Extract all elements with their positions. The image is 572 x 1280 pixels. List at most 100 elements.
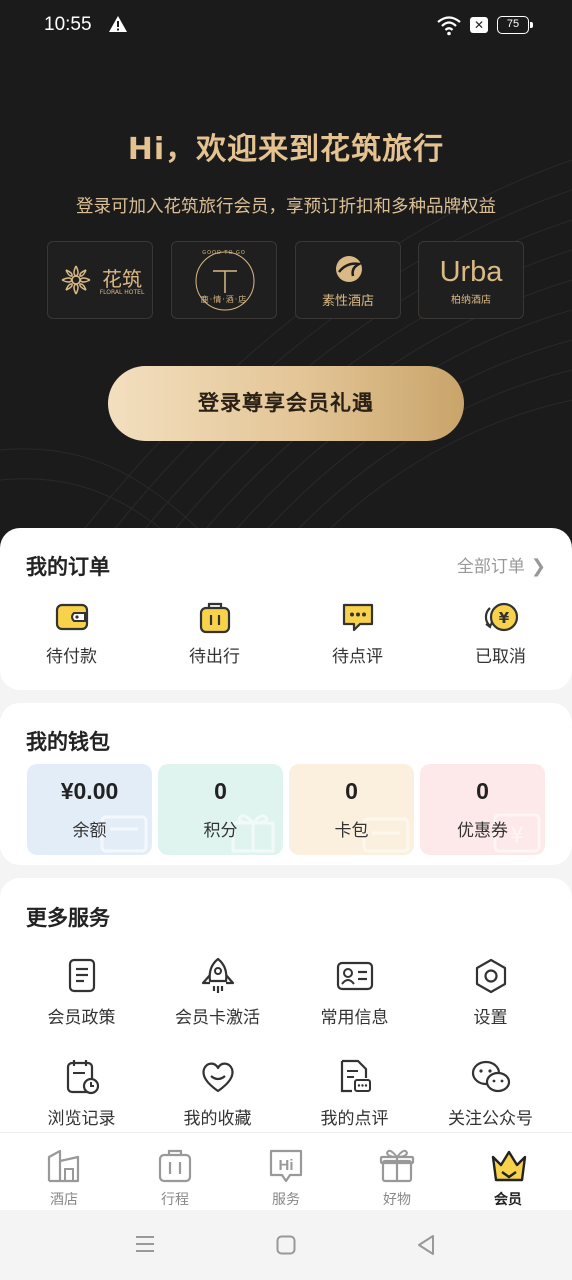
service-browse-history[interactable]: 浏览记录 <box>10 1058 153 1129</box>
comment-icon <box>342 603 373 632</box>
brand-name: 花筑 <box>102 267 142 291</box>
order-pending-payment[interactable]: 待付款 <box>0 600 143 667</box>
tab-label: 好物 <box>383 1192 411 1208</box>
wallet-title: 我的钱包 <box>26 730 110 754</box>
orders-card: 我的订单 全部订单 ❯ 待付款 待出行 待点评 ¥ 已取消 <box>0 528 572 690</box>
service-label: 会员卡激活 <box>175 1008 260 1028</box>
brand-name: 素性酒店 <box>321 294 374 309</box>
home-icon[interactable] <box>276 1235 296 1255</box>
warning-icon <box>109 16 127 32</box>
bottom-tab-bar: 酒店 行程 Hi 服务 好物 会员 <box>0 1132 572 1210</box>
back-icon[interactable] <box>416 1234 436 1256</box>
order-label: 待点评 <box>332 647 383 667</box>
service-card-activation[interactable]: 会员卡激活 <box>146 957 289 1028</box>
order-pending-review[interactable]: 待点评 <box>286 600 429 667</box>
brand-sub: 柏纳酒店 <box>451 295 491 306</box>
wifi-icon <box>437 16 461 36</box>
wallet-label: 优惠券 <box>457 821 508 841</box>
brand-logo-urba[interactable]: Urba 柏纳酒店 <box>418 241 524 319</box>
services-card: 更多服务 会员政策 会员卡激活 常用信息 设置 浏览记录 我的收藏 我的点评 关… <box>0 878 572 1168</box>
brand-sub: GOOD TO GO <box>202 250 246 256</box>
menu-icon[interactable] <box>135 1235 155 1253</box>
wechat-icon <box>471 1060 510 1093</box>
service-label: 关注公众号 <box>448 1109 533 1129</box>
brand-name: 鹿·情·酒·店 <box>200 295 248 304</box>
tab-hotel[interactable]: 酒店 <box>7 1133 121 1211</box>
service-label: 浏览记录 <box>47 1109 116 1129</box>
status-bar: 10:55 ✕ 75 <box>0 0 572 52</box>
wallet-value: ¥0.00 <box>60 778 119 804</box>
tab-label: 服务 <box>272 1192 300 1208</box>
all-orders-label: 全部订单 <box>456 557 525 577</box>
wallet-label: 卡包 <box>334 821 369 841</box>
order-label: 待出行 <box>189 647 240 667</box>
service-settings[interactable]: 设置 <box>419 957 562 1028</box>
orders-title: 我的订单 <box>26 555 110 579</box>
chevron-right-icon: ❯ <box>530 556 546 577</box>
welcome-subtitle: 登录可加入花筑旅行会员，享预订折扣和多种品牌权益 <box>76 197 496 217</box>
brand-name: Urba <box>439 256 503 288</box>
brand-logo-floral[interactable]: 花筑 FLORAL HOTEL <box>47 241 153 319</box>
all-orders-link[interactable]: 全部订单 ❯ <box>457 552 546 577</box>
svg-text:¥: ¥ <box>498 609 509 627</box>
tab-goods[interactable]: 好物 <box>340 1133 454 1211</box>
service-label: 会员政策 <box>47 1008 116 1028</box>
review-icon <box>340 1059 371 1093</box>
order-label: 待付款 <box>46 647 97 667</box>
flower-logo-icon <box>61 265 91 295</box>
status-time: 10:55 <box>44 14 92 35</box>
service-label: 我的点评 <box>320 1109 389 1129</box>
wallet-value: 0 <box>214 778 227 804</box>
wallet-value: 0 <box>476 778 489 804</box>
service-label: 设置 <box>473 1008 508 1028</box>
battery-icon: 75 <box>497 16 533 34</box>
tab-member[interactable]: 会员 <box>451 1133 565 1211</box>
gift-icon <box>379 1149 415 1183</box>
wallet-card: 我的钱包 ¥0.00 余额 0 积分 0 卡包 ¥ 0 优惠券 <box>0 703 572 865</box>
heart-icon <box>201 1062 234 1093</box>
tab-label: 酒店 <box>50 1192 78 1208</box>
service-follow-account[interactable]: 关注公众号 <box>419 1058 562 1129</box>
order-pending-trip[interactable]: 待出行 <box>143 600 286 667</box>
no-sim-icon: ✕ <box>470 17 488 33</box>
login-button[interactable]: 登录尊享会员礼遇 <box>108 366 464 441</box>
tab-label: 行程 <box>161 1192 189 1208</box>
tab-service[interactable]: Hi 服务 <box>229 1133 343 1211</box>
wallet-icon <box>55 603 88 631</box>
id-card-icon <box>336 961 373 991</box>
brand-logo-luqing[interactable]: GOOD TO GO 鹿·情·酒·店 <box>171 241 277 319</box>
wallet-coupons-tile[interactable]: ¥ 0 优惠券 <box>420 764 545 855</box>
trip-icon <box>158 1149 192 1183</box>
wallet-label: 余额 <box>72 821 107 841</box>
hero-banner: 10:55 ✕ 75 Hi，欢迎来到花筑旅行 登录可加入花筑旅行会员，享预订折扣… <box>0 0 572 560</box>
wallet-label: 积分 <box>203 821 238 841</box>
order-cancelled[interactable]: ¥ 已取消 <box>429 600 572 667</box>
service-label: 常用信息 <box>320 1008 389 1028</box>
wallet-cards-tile[interactable]: 0 卡包 <box>289 764 414 855</box>
settings-icon <box>475 958 506 994</box>
tab-trip[interactable]: 行程 <box>118 1133 232 1211</box>
rocket-icon <box>201 957 234 993</box>
svg-text:Hi: Hi <box>279 1157 294 1174</box>
service-common-info[interactable]: 常用信息 <box>283 957 426 1028</box>
tab-label: 会员 <box>494 1192 522 1208</box>
yen-refund-icon: ¥ <box>484 602 518 632</box>
service-my-favorites[interactable]: 我的收藏 <box>146 1058 289 1129</box>
wallet-points-tile[interactable]: 0 积分 <box>158 764 283 855</box>
wallet-value: 0 <box>345 778 358 804</box>
brand-logo-suxing[interactable]: 素性酒店 <box>295 241 401 319</box>
history-icon <box>66 1060 99 1095</box>
hotel-icon <box>47 1149 80 1183</box>
system-navigation-bar <box>0 1210 572 1280</box>
crown-icon <box>491 1150 527 1182</box>
service-my-reviews[interactable]: 我的点评 <box>283 1058 426 1129</box>
service-label: 我的收藏 <box>183 1109 252 1129</box>
brand-sub: FLORAL HOTEL <box>99 289 145 296</box>
service-member-policy[interactable]: 会员政策 <box>10 957 153 1028</box>
document-icon <box>68 958 95 993</box>
wallet-balance-tile[interactable]: ¥0.00 余额 <box>27 764 152 855</box>
luggage-icon <box>199 602 230 634</box>
welcome-title: Hi，欢迎来到花筑旅行 <box>127 132 445 167</box>
order-label: 已取消 <box>475 647 526 667</box>
service-icon: Hi <box>269 1149 303 1183</box>
